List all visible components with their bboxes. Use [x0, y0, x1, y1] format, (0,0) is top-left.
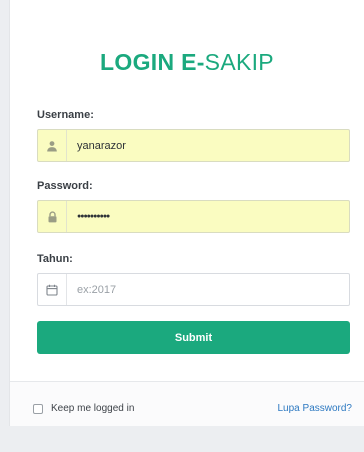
password-label: Password: [37, 180, 93, 192]
password-input[interactable] [67, 201, 349, 232]
username-field [37, 129, 350, 162]
forgot-password-link[interactable]: Lupa Password? [278, 403, 353, 414]
username-input[interactable] [67, 130, 349, 161]
user-icon [38, 130, 67, 161]
tahun-label: Tahun: [37, 253, 73, 265]
remember-checkbox[interactable] [33, 403, 43, 414]
remember-label: Keep me logged in [51, 403, 135, 414]
login-card: LOGIN E-SAKIP Username: Password: Tahun:… [9, 0, 364, 426]
title-light: SAKIP [204, 49, 274, 75]
login-footer: Keep me logged in Lupa Password? [10, 381, 364, 426]
submit-button[interactable]: Submit [37, 321, 350, 354]
username-label: Username: [37, 109, 94, 121]
page-title: LOGIN E-SAKIP [10, 49, 364, 76]
remember-me[interactable]: Keep me logged in [33, 403, 134, 414]
calendar-icon [38, 274, 67, 305]
tahun-input[interactable] [67, 274, 349, 305]
tahun-field [37, 273, 350, 306]
lock-icon [38, 201, 67, 232]
title-bold: LOGIN E- [100, 49, 205, 75]
password-field [37, 200, 350, 233]
